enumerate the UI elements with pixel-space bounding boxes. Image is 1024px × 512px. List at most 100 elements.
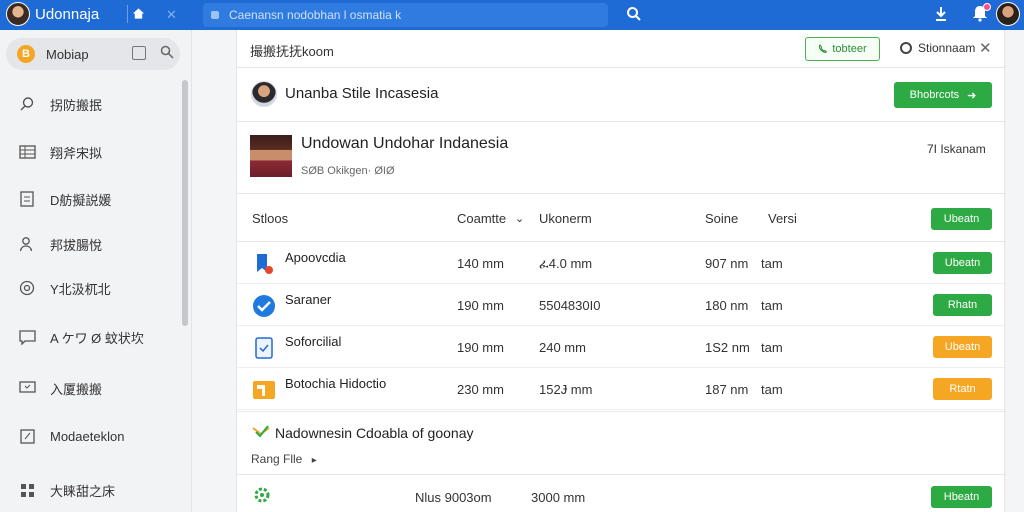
row-cell: tam [761, 340, 783, 355]
workspace-label: Mobiap [46, 47, 89, 62]
section-link[interactable]: Rang Flle ▸ [251, 452, 317, 466]
sidebar-item-label: 邦拔腸悅 [50, 237, 103, 253]
sidebar-item-grid[interactable]: 大睐甜之床 [0, 470, 180, 510]
search-input[interactable] [229, 8, 589, 22]
organization-photo [250, 135, 292, 177]
sidebar: B Mobiap 拐防搬抿 翔斧宋拟 D舫擬説媛 邦拔腸悅 Y北汲杌北 A ケワ… [0, 30, 192, 512]
download-icon[interactable] [934, 6, 948, 25]
sidebar-item-label: Y北汲杌北 [50, 281, 111, 297]
app-title: Udonnaja [35, 6, 100, 23]
row-cell: Nlus 9003om [415, 490, 492, 505]
section-panel: Nadownesin Cdoabla of goonay Rang Flle ▸ [237, 411, 1006, 475]
row-cell: tam [761, 256, 783, 271]
bookmark-icon [252, 252, 276, 276]
row-cell: 140 mm [457, 256, 504, 271]
app-avatar[interactable] [6, 2, 30, 26]
check-envelope-icon [252, 424, 270, 443]
monitor-icon [18, 379, 36, 397]
panel-header: 撮搬抚抚koom tobteer Stionnaam ✕ [237, 30, 1006, 68]
table-row[interactable]: Soforcilial 190 mm 240 mm 1S2 nm tam Ube… [237, 326, 1006, 368]
grid-icon [18, 481, 36, 499]
sidebar-item-search[interactable]: 拐防搬抿 [0, 84, 180, 124]
document-icon [18, 190, 36, 208]
row-name: Saraner [285, 292, 332, 307]
notification-bell-icon[interactable] [972, 3, 991, 25]
row-action-button[interactable]: Hbeatn [931, 486, 992, 508]
search-icon [18, 95, 36, 113]
sidebar-header[interactable]: B Mobiap [6, 38, 180, 70]
profile-action-button[interactable]: Bhobrcots ➜ [894, 82, 992, 108]
cloud-icon [252, 294, 276, 318]
sidebar-item-label: 大睐甜之床 [50, 483, 116, 499]
search-bar[interactable] [203, 3, 608, 27]
panel-title: 撮搬抚抚koom [250, 44, 334, 59]
organization-subtitle: SØB Okikgen· ØIØ [301, 165, 395, 177]
edit-icon [18, 427, 36, 445]
search-scope-icon [211, 11, 219, 19]
column-header[interactable]: Versi [768, 211, 797, 226]
row-action-button[interactable]: Ubeatn [933, 336, 992, 358]
sidebar-item-label: 入厦搬搬 [50, 381, 103, 397]
sort-chevron-icon[interactable]: ⌄ [515, 212, 524, 225]
status-label: Stionnaam [918, 41, 976, 55]
status-ring-icon [900, 42, 912, 54]
column-header[interactable]: Soine [705, 211, 738, 226]
header-action-label: tobteer [832, 43, 867, 55]
column-header[interactable]: Ukonerm [539, 211, 592, 226]
sidebar-item-label: D舫擬説媛 [50, 192, 112, 208]
row-cell: 240 mm [539, 340, 586, 355]
table-row[interactable]: Saraner 190 mm 5504830I0 180 nm tam Rhat… [237, 284, 1006, 326]
profile-action-label: Bhobrcots [909, 89, 960, 101]
sidebar-item-users[interactable]: 邦拔腸悅 [0, 224, 180, 264]
row-name: Apoovcdia [285, 250, 346, 265]
search-icon[interactable] [160, 45, 174, 62]
gear-icon [253, 486, 271, 507]
chevron-right-icon: ▸ [311, 455, 317, 466]
sidebar-item-monitor[interactable]: 入厦搬搬 [0, 368, 180, 408]
table-icon [18, 143, 36, 161]
sidebar-scrollbar[interactable] [182, 80, 188, 326]
row-action-button[interactable]: Ubeatn [933, 252, 992, 274]
column-header[interactable]: Coamtte [457, 211, 506, 226]
profile-name: Unanba Stile Incasesia [285, 85, 439, 102]
row-name: Soforcilial [285, 334, 342, 349]
table-row[interactable]: Nlus 9003om 3000 mm Hbeatn [237, 476, 1006, 512]
phone-icon [819, 44, 828, 53]
header-update-button[interactable]: Ubeatn [931, 208, 992, 230]
settings-icon [18, 279, 36, 297]
row-action-button[interactable]: Rhatn [933, 294, 992, 316]
arrow-right-icon: ➜ [967, 89, 977, 102]
window-icon[interactable] [132, 46, 146, 60]
search-icon[interactable] [626, 6, 642, 25]
sidebar-item-table[interactable]: 翔斧宋拟 [0, 132, 180, 172]
sidebar-item-document[interactable]: D舫擬説媛 [0, 179, 180, 219]
row-cell: 907 nm [705, 256, 749, 271]
profile-row: Unanba Stile Incasesia Bhobrcots ➜ [237, 68, 1006, 122]
sidebar-item-edit[interactable]: Modaeteklon [0, 416, 180, 456]
file-icon [252, 336, 276, 360]
section-title: Nadownesin Cdoabla of goonay [275, 425, 474, 441]
table-header: Stloos Coamtte ⌄ Ukonerm Soine Versi Ube… [237, 194, 1006, 242]
header-action-button[interactable]: tobteer [805, 37, 880, 61]
table-row[interactable]: Apoovcdia 140 mm ፈ4.0 mm 907 nm tam Ubea… [237, 242, 1006, 284]
close-icon[interactable]: ✕ [979, 39, 992, 57]
table-row[interactable]: Botochia Hidoctio 230 mm 152Ɉ mm 187 nm … [237, 368, 1006, 410]
row-cell: 3000 mm [531, 490, 586, 505]
row-cell: 1S2 nm [705, 340, 750, 355]
home-icon[interactable] [127, 5, 145, 23]
close-tab-icon[interactable]: ✕ [166, 7, 177, 23]
sidebar-item-label: 拐防搬抿 [50, 97, 103, 113]
row-cell: 180 nm [705, 298, 749, 313]
row-action-button[interactable]: Rtatn [933, 378, 992, 400]
row-cell: ፈ4.0 mm [539, 256, 593, 271]
profile-avatar[interactable] [251, 81, 277, 107]
organization-name: Undowan Undohar Indanesia [301, 135, 509, 152]
notification-dot [983, 3, 991, 11]
column-header[interactable]: Stloos [252, 211, 288, 226]
sidebar-item-chat[interactable]: A ケワ Ø 蚊状坎 [0, 317, 180, 357]
row-cell: 190 mm [457, 340, 504, 355]
section-link-label: Rang Flle [251, 452, 303, 466]
user-avatar[interactable] [996, 2, 1020, 26]
sidebar-item-settings[interactable]: Y北汲杌北 [0, 268, 180, 308]
top-bar: Udonnaja ✕ [0, 0, 1024, 30]
